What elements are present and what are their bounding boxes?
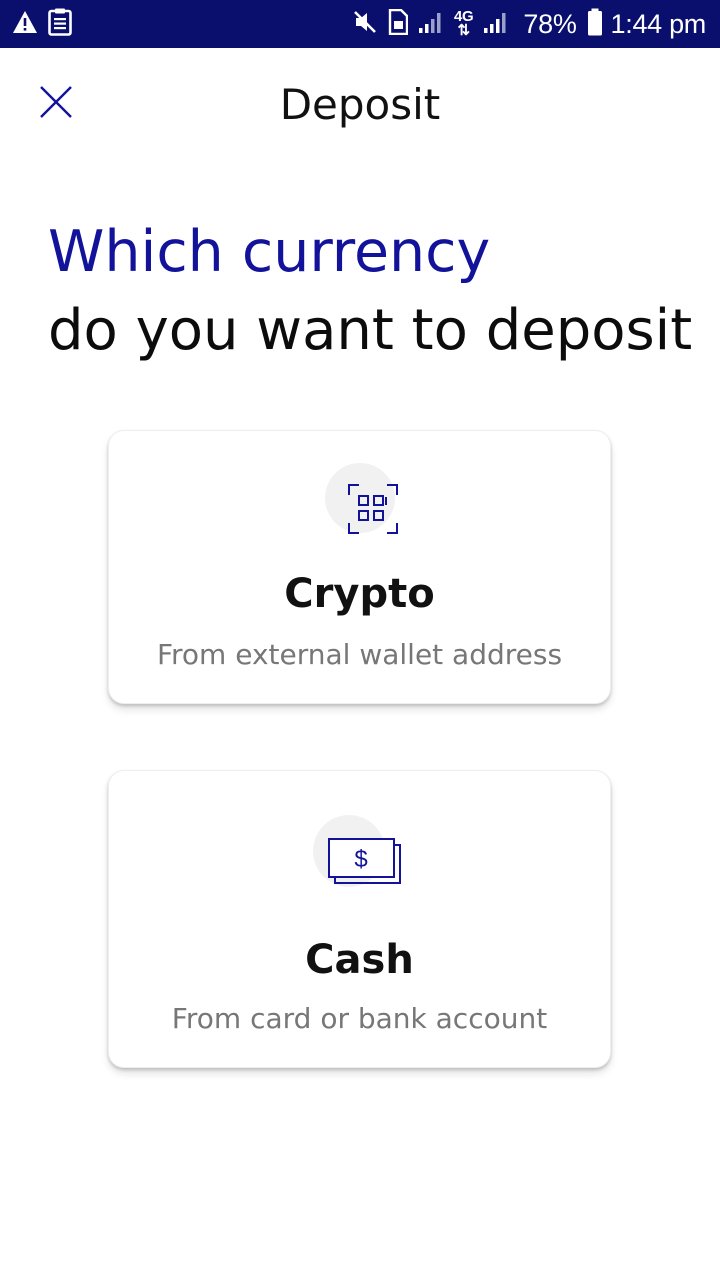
cash-option-card[interactable]: $ Cash From card or bank account [108, 770, 611, 1068]
card-title: Crypto [284, 571, 435, 617]
card-subtitle: From external wallet address [156, 638, 563, 671]
network-label: 4G [453, 8, 474, 25]
svg-text:$: $ [354, 846, 367, 873]
headline-main: do you want to deposit [48, 298, 693, 363]
cash-icon: $ [327, 837, 403, 891]
clipboard-icon [48, 8, 72, 40]
qr-code-icon [347, 483, 399, 539]
mute-icon [352, 9, 378, 39]
warning-icon [12, 10, 38, 38]
page-title: Deposit [279, 80, 441, 129]
network-type: 4G ⇅ [453, 8, 474, 39]
card-subtitle: From card or bank account [171, 1002, 548, 1035]
signal-icon [418, 10, 444, 38]
status-left [12, 8, 82, 40]
headline-accent: Which currency [48, 219, 491, 285]
crypto-option-card[interactable]: Crypto From external wallet address [108, 430, 611, 704]
status-bar: 4G ⇅ 78% 1:44 pm [0, 0, 720, 48]
battery-icon [587, 8, 603, 40]
clock: 1:44 pm [610, 8, 707, 39]
signal-icon [483, 10, 509, 38]
card-title: Cash [305, 937, 414, 983]
sim-icon [388, 8, 409, 39]
status-right: 4G ⇅ 78% 1:44 pm [342, 8, 706, 40]
battery-percent: 78% [523, 8, 577, 39]
headline: Which currency do you want to deposit [48, 216, 692, 374]
